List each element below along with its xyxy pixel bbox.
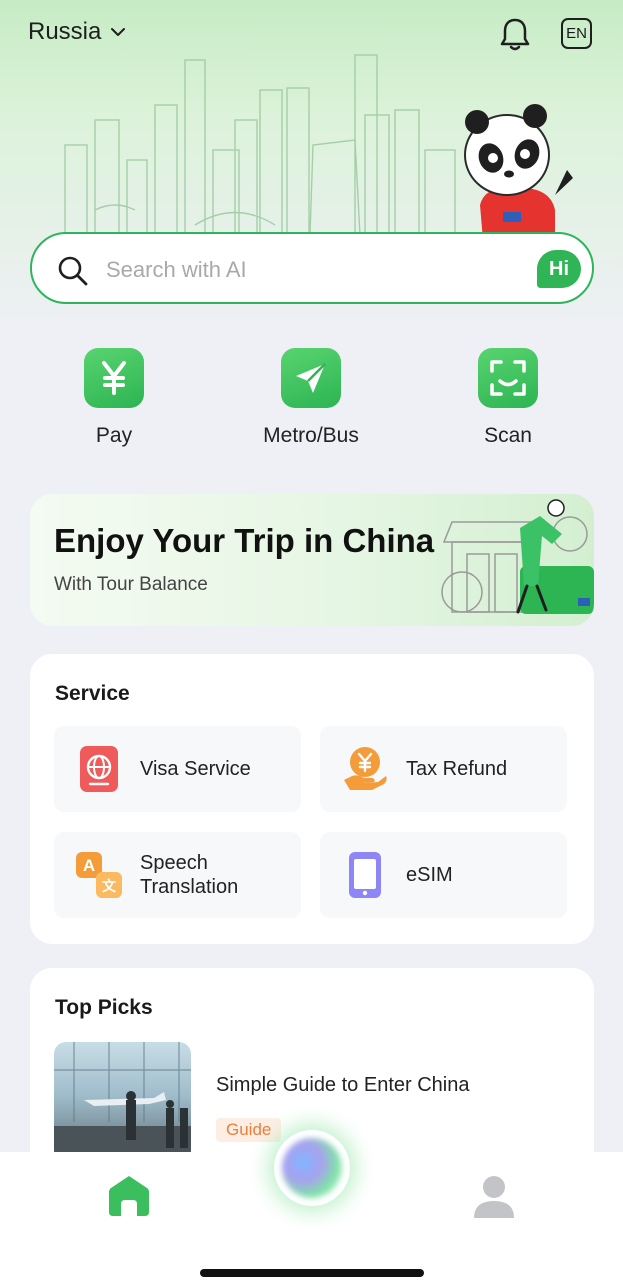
svg-text:A: A [83,856,95,875]
profile-icon[interactable] [472,1174,516,1218]
language-button[interactable]: EN [561,18,592,49]
yuan-hand-icon [344,747,387,790]
country-label: Russia [28,18,102,45]
banner-title: Enjoy Your Trip in China [54,522,435,559]
svg-text:文: 文 [102,878,117,895]
scan-icon [478,348,538,408]
banner-subtitle: With Tour Balance [54,574,208,595]
metro-bus-label: Metro/Bus [263,424,359,447]
ai-chat-button[interactable]: Hi [537,250,581,288]
panda-mascot-illustration [464,104,573,240]
esim-tile[interactable]: eSIM [320,832,567,918]
city-skyline-illustration [64,54,456,235]
bottom-tab-bar [0,1130,623,1280]
ai-assistant-orb-button[interactable] [274,1130,350,1206]
pay-label: Pay [95,424,133,447]
passport-globe-icon [80,746,118,792]
country-selector[interactable]: Russia [28,18,126,46]
metro-bus-button[interactable]: Metro/Bus [236,348,386,448]
speech-translation-tile[interactable]: A 文 Speech Translation [54,832,301,918]
service-card: Service Visa Service Tax Refund A 文 Spee… [30,654,594,944]
guide-title[interactable]: Simple Guide to Enter China [216,1074,469,1097]
visa-service-label: Visa Service [140,758,251,780]
tax-refund-label: Tax Refund [406,758,508,780]
guide-tag-badge: Guide [216,1118,282,1142]
search-bar[interactable]: Search with AI Hi [30,232,594,304]
translate-icon: A 文 [76,852,122,898]
chevron-down-icon [111,28,126,36]
esim-label: eSIM [406,864,453,886]
service-title: Service [55,682,130,705]
search-icon [58,256,88,286]
speech-translation-label: Speech Translation [140,852,239,898]
top-picks-title: Top Picks [55,996,153,1019]
home-icon[interactable] [109,1174,149,1216]
tax-refund-tile[interactable]: Tax Refund [320,726,567,812]
guide-thumbnail-image[interactable] [54,1042,191,1162]
visa-service-tile[interactable]: Visa Service [54,726,301,812]
yuan-icon [84,348,144,408]
scan-label: Scan [484,424,532,447]
search-input[interactable]: Search with AI [106,257,247,283]
scan-button[interactable]: Scan [433,348,583,448]
navigation-arrow-icon [281,348,341,408]
shopping-card-illustration [441,499,594,614]
tour-balance-banner[interactable]: Enjoy Your Trip in China With Tour Balan… [30,494,594,626]
phone-icon [349,852,381,898]
bell-icon[interactable] [498,16,532,52]
pay-button[interactable]: Pay [39,348,189,448]
home-indicator [200,1269,424,1277]
